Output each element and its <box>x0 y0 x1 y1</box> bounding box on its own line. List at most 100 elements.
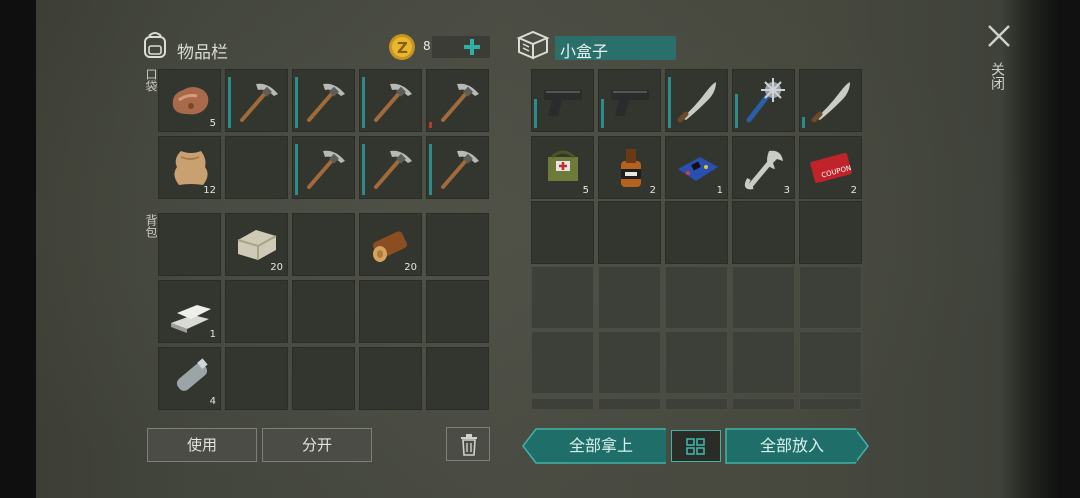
durability-bar <box>802 117 805 128</box>
split-button[interactable]: 分开 <box>262 428 372 462</box>
pocket-slot[interactable] <box>225 136 288 199</box>
trash-button[interactable] <box>446 427 490 461</box>
pocket-slot[interactable]: 12 <box>158 136 221 199</box>
backpack-slot[interactable] <box>292 280 355 343</box>
box-slot[interactable] <box>665 69 728 132</box>
stone-icon <box>172 87 209 115</box>
box-slot[interactable]: 1 <box>665 136 728 199</box>
item-count: 2 <box>850 185 857 196</box>
pickaxe-icon <box>374 83 412 122</box>
box-slot[interactable] <box>598 266 661 329</box>
item-count: 12 <box>203 185 216 196</box>
box-slot[interactable]: COUPON 2 <box>799 136 862 199</box>
box-slot[interactable] <box>665 398 728 410</box>
box-slot[interactable] <box>598 331 661 394</box>
backpack-slot[interactable] <box>292 347 355 410</box>
backpack-slot[interactable] <box>426 280 489 343</box>
pickaxe-icon <box>240 83 278 122</box>
pistol-icon <box>544 90 582 116</box>
pocket-slot[interactable] <box>426 69 489 132</box>
pickaxe-icon <box>307 150 345 189</box>
grid-icon <box>686 438 705 455</box>
backpack-slot[interactable] <box>359 347 422 410</box>
box-slot[interactable]: 5 <box>531 136 594 199</box>
box-slot[interactable] <box>598 69 661 132</box>
box-slot[interactable] <box>732 266 795 329</box>
item-count: 1 <box>716 185 723 196</box>
item-count: 5 <box>582 185 589 196</box>
pocket-slot[interactable] <box>292 69 355 132</box>
svg-text:Z: Z <box>397 39 408 57</box>
put-all-button[interactable]: 全部放入 <box>727 430 857 462</box>
box-slot[interactable] <box>799 398 862 410</box>
coin-bar <box>432 36 490 58</box>
pocket-slot[interactable]: 5 <box>158 69 221 132</box>
item-count: 4 <box>209 396 216 407</box>
item-count: 1 <box>209 329 216 340</box>
box-slot[interactable] <box>665 331 728 394</box>
box-slot[interactable] <box>665 266 728 329</box>
wrench-icon <box>744 150 783 190</box>
pickaxe-icon <box>374 150 412 189</box>
item-count: 20 <box>270 262 283 273</box>
backpack-slot[interactable] <box>426 213 489 276</box>
item-count: 3 <box>783 185 790 196</box>
backpack-slot[interactable]: 20 <box>359 213 422 276</box>
backpack-icon <box>144 32 166 58</box>
pickaxe-icon <box>441 150 479 189</box>
backpack-slot[interactable] <box>359 280 422 343</box>
inventory-title: 物品栏 <box>177 43 228 63</box>
pocket-slot[interactable] <box>292 136 355 199</box>
box-slot[interactable] <box>531 331 594 394</box>
pocket-slot[interactable] <box>225 69 288 132</box>
backpack-slot[interactable] <box>158 213 221 276</box>
pocket-slot[interactable] <box>359 136 422 199</box>
first-aid-bag-icon <box>548 150 578 181</box>
backpack-slot[interactable] <box>225 347 288 410</box>
box-title: 小盒子 <box>560 42 609 61</box>
backpack-slot[interactable] <box>225 280 288 343</box>
box-slot[interactable] <box>531 266 594 329</box>
item-count: 20 <box>404 262 417 273</box>
grid-view-button[interactable] <box>671 430 721 462</box>
box-name-field[interactable]: 小盒子 <box>555 36 676 61</box>
iron-bars-icon <box>171 305 211 333</box>
use-button[interactable]: 使用 <box>147 428 257 462</box>
durability-bar <box>429 144 432 195</box>
box-slot[interactable] <box>732 331 795 394</box>
pocket-slot[interactable] <box>359 69 422 132</box>
close-icon[interactable] <box>987 24 1011 48</box>
box-slot[interactable] <box>531 69 594 132</box>
box-slot[interactable] <box>732 398 795 410</box>
close-label[interactable]: 关闭 <box>989 62 1007 90</box>
plus-icon[interactable] <box>463 38 481 56</box>
box-slot[interactable] <box>598 201 661 264</box>
coin-count: 8 <box>423 39 431 53</box>
backpack-slot[interactable] <box>426 347 489 410</box>
durability-bar <box>668 77 671 128</box>
box-slot[interactable] <box>799 266 862 329</box>
durability-bar <box>362 144 365 195</box>
box-slot[interactable] <box>598 398 661 410</box>
backpack-slot[interactable]: 20 <box>225 213 288 276</box>
box-slot[interactable] <box>531 201 594 264</box>
pocket-slot[interactable] <box>426 136 489 199</box>
backpack-slot[interactable]: 1 <box>158 280 221 343</box>
box-slot[interactable] <box>732 201 795 264</box>
durability-bar <box>429 122 432 128</box>
box-slot[interactable] <box>665 201 728 264</box>
box-slot[interactable] <box>799 331 862 394</box>
box-slot[interactable] <box>531 398 594 410</box>
coin-icon: Z <box>389 34 415 60</box>
box-slot[interactable]: 3 <box>732 136 795 199</box>
box-slot[interactable] <box>799 69 862 132</box>
take-all-button[interactable]: 全部拿上 <box>536 430 666 462</box>
durability-bar <box>735 94 738 128</box>
backpack-slot[interactable]: 4 <box>158 347 221 410</box>
box-slot[interactable] <box>732 69 795 132</box>
whiskey-bottle-icon <box>621 149 641 187</box>
backpack-slot[interactable] <box>292 213 355 276</box>
box-slot[interactable]: 2 <box>598 136 661 199</box>
durability-bar <box>295 144 298 195</box>
box-slot[interactable] <box>799 201 862 264</box>
